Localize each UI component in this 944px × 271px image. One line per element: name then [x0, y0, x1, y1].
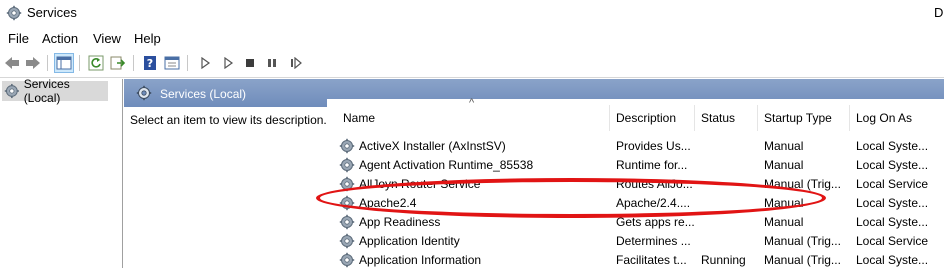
toolbar-separator — [133, 55, 134, 71]
toolbar: ? — [0, 50, 944, 76]
cell-log-on-as: Local Service — [856, 177, 929, 191]
cell-name: AllJoyn Router Service — [359, 177, 481, 191]
service-gear-icon — [339, 252, 355, 268]
toolbar-divider — [0, 77, 944, 78]
play-icon[interactable] — [195, 53, 215, 73]
column-header-startup-type[interactable]: Startup Type — [758, 105, 850, 131]
cell-name: Application Information — [359, 253, 482, 267]
cell-description: Runtime for... — [616, 158, 688, 172]
cell-description: Provides Us... — [616, 139, 691, 153]
table-row[interactable]: Apache2.4 Apache/2.4.... Manual Local Syste… — [327, 194, 944, 213]
cell-log-on-as: Local Syste... — [856, 253, 929, 267]
cell-log-on-as: Local Syste... — [856, 139, 929, 153]
cell-name: Agent Activation Runtime_85538 — [359, 158, 534, 172]
title-bar: Services D — [0, 0, 944, 26]
cell-startup-type: Manual (Trig... — [764, 253, 841, 267]
column-header-label: Startup Type — [764, 111, 832, 125]
stop-icon[interactable] — [240, 53, 260, 73]
service-gear-icon — [339, 176, 355, 192]
service-gear-icon — [339, 214, 355, 230]
cell-log-on-as: Local Syste... — [856, 158, 929, 172]
cell-description: Facilitates t... — [616, 253, 687, 267]
cell-name: App Readiness — [359, 215, 441, 229]
description-hint: Select an item to view its description. — [130, 113, 327, 127]
cell-log-on-as: Local Service — [856, 234, 929, 248]
menu-help[interactable]: Help — [134, 31, 161, 46]
menu-view[interactable]: View — [93, 31, 121, 46]
column-header-status[interactable]: Status — [695, 105, 758, 131]
window-title-suffix: D — [934, 5, 944, 20]
tree-item-label: Services (Local) — [23, 77, 70, 105]
column-header-label: Description — [616, 111, 677, 125]
cell-startup-type: Manual — [764, 139, 804, 153]
cell-description: Apache/2.4.... — [616, 196, 691, 210]
tree-item-services-local[interactable]: Services (Local) — [2, 77, 108, 105]
table-row[interactable]: Application Identity Determines ... Manual… — [327, 232, 944, 251]
column-header-label: Log On As — [856, 111, 913, 125]
column-header-description[interactable]: Description — [610, 105, 695, 131]
cell-name: Application Identity — [359, 234, 460, 248]
forward-icon[interactable] — [23, 53, 43, 73]
column-header-log-on-as[interactable]: Log On As — [850, 105, 944, 131]
toolbar-separator — [187, 55, 188, 71]
menu-bar: File Action View Help — [0, 28, 944, 48]
help-icon[interactable]: ? — [140, 53, 160, 73]
properties-icon[interactable] — [162, 53, 182, 73]
service-gear-icon — [339, 138, 355, 154]
console-tree: Services (Local) — [0, 77, 123, 268]
services-pane: Services (Local) Select an item to view … — [124, 79, 944, 268]
table-row[interactable]: Agent Activation Runtime_85538 Runtime fo… — [327, 156, 944, 175]
pane-title: Services (Local) — [160, 87, 247, 101]
services-gear-icon — [4, 83, 19, 99]
console-tree-icon[interactable] — [54, 53, 74, 73]
table-row[interactable]: App Readiness Gets apps re... Manual Local … — [327, 213, 944, 232]
cell-description: Gets apps re... — [616, 215, 695, 229]
cell-name: ActiveX Installer (AxInstSV) — [359, 139, 506, 153]
export-icon[interactable] — [108, 53, 128, 73]
services-gear-icon — [6, 5, 22, 21]
services-list: ^ Name Description Status Startup Type L… — [327, 97, 944, 270]
service-gear-icon — [339, 157, 355, 173]
cell-status: Running — [701, 253, 746, 267]
service-gear-icon — [339, 233, 355, 249]
table-row[interactable]: ActiveX Installer (AxInstSV) Provides Us.… — [327, 137, 944, 156]
column-header-label: Status — [701, 111, 736, 125]
service-gear-icon — [339, 195, 355, 211]
cell-log-on-as: Local Syste... — [856, 196, 929, 210]
column-header-name[interactable]: Name — [337, 105, 610, 131]
cell-description: Determines ... — [616, 234, 691, 248]
cell-name: Apache2.4 — [359, 196, 417, 210]
cell-startup-type: Manual (Trig... — [764, 177, 841, 191]
menu-action[interactable]: Action — [42, 31, 78, 46]
table-row[interactable]: AllJoyn Router Service Routes AllJo... Man… — [327, 175, 944, 194]
cell-startup-type: Manual — [764, 196, 804, 210]
toolbar-separator — [47, 55, 48, 71]
window-title: Services — [27, 5, 77, 20]
column-header-label: Name — [343, 111, 376, 125]
menu-file[interactable]: File — [8, 31, 29, 46]
services-gear-icon — [136, 85, 152, 101]
resume-icon[interactable] — [286, 53, 306, 73]
svg-text:?: ? — [147, 57, 153, 70]
cell-log-on-as: Local Syste... — [856, 215, 929, 229]
back-icon[interactable] — [2, 53, 22, 73]
refresh-icon[interactable] — [86, 53, 106, 73]
toolbar-separator — [79, 55, 80, 71]
pause-icon[interactable] — [262, 53, 282, 73]
cell-startup-type: Manual — [764, 215, 804, 229]
cell-startup-type: Manual — [764, 158, 804, 172]
cell-description: Routes AllJo... — [616, 177, 693, 191]
cell-startup-type: Manual (Trig... — [764, 234, 841, 248]
play-alt-icon[interactable] — [218, 53, 238, 73]
table-row[interactable]: Application Information Facilitates t... R… — [327, 251, 944, 270]
